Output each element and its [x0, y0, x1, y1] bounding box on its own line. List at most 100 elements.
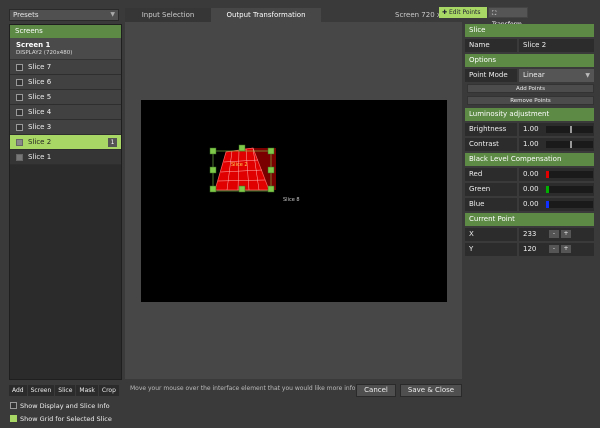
transform-button[interactable]: ⛶ Transform	[488, 7, 528, 28]
visibility-checkbox[interactable]	[16, 64, 23, 71]
add-toolbar: Add Screen Slice Mask Crop	[9, 385, 122, 396]
brightness-slider[interactable]	[546, 126, 593, 133]
chevron-down-icon: ▼	[110, 11, 115, 18]
slider-knob[interactable]	[570, 141, 572, 148]
green-value[interactable]: 0.00	[523, 183, 545, 196]
red-marker[interactable]	[546, 171, 549, 178]
slice-list: Slice 7 Slice 6 Slice 5 Slice 4 Slice 3 …	[10, 60, 121, 165]
point-mode-value: Linear	[523, 71, 545, 79]
name-field[interactable]: Slice 2	[519, 39, 594, 52]
cancel-button[interactable]: Cancel	[356, 384, 396, 397]
y-control: 120- +	[519, 243, 594, 256]
x-increment-button[interactable]: +	[561, 230, 571, 238]
slice-header: Slice	[465, 24, 594, 37]
name-row: Name Slice 2	[465, 39, 594, 52]
brightness-value[interactable]: 1.00	[523, 123, 545, 136]
visibility-checkbox[interactable]	[16, 109, 23, 116]
point-mode-select[interactable]: Linear ▼	[519, 69, 594, 82]
add-screen-button[interactable]: Screen	[27, 385, 55, 396]
brightness-control: 1.00	[519, 123, 594, 136]
remove-points-button[interactable]: Remove Points	[467, 96, 594, 105]
red-value[interactable]: 0.00	[523, 168, 545, 181]
name-label: Name	[465, 39, 517, 52]
add-points-button[interactable]: Add Points	[467, 84, 594, 93]
show-grid-checkbox[interactable]: Show Grid for Selected Slice	[10, 415, 112, 423]
handle-tr[interactable]	[267, 147, 275, 155]
x-value[interactable]: 233	[523, 228, 545, 241]
tab-output-transformation[interactable]: Output Transformation	[211, 8, 321, 22]
add-mask-button[interactable]: Mask	[76, 385, 98, 396]
edit-points-button[interactable]: ✚ Edit Points	[439, 7, 487, 18]
blue-marker[interactable]	[546, 201, 549, 208]
slice-item-4[interactable]: Slice 4	[10, 105, 121, 120]
edit-points-label: Edit Points	[448, 9, 481, 16]
slice-item-5[interactable]: Slice 5	[10, 90, 121, 105]
slice-item-6[interactable]: Slice 6	[10, 75, 121, 90]
tab-input-selection[interactable]: Input Selection	[125, 8, 211, 22]
add-slice-button[interactable]: Slice	[55, 385, 76, 396]
x-control: 233- +	[519, 228, 594, 241]
slice-item-1[interactable]: Slice 1	[10, 150, 121, 165]
slice-label: Slice 2	[28, 138, 52, 146]
show-display-info-checkbox[interactable]: Show Display and Slice Info	[10, 402, 110, 410]
handle-tm[interactable]	[238, 144, 246, 152]
checkbox-box[interactable]	[10, 415, 17, 422]
output-canvas[interactable]: Slice 2 Slice 8	[141, 100, 447, 302]
handle-bl[interactable]	[209, 185, 217, 193]
x-label: X	[465, 228, 517, 241]
add-label: Add	[9, 385, 27, 396]
blue-slider[interactable]	[546, 201, 593, 208]
help-text: Move your mouse over the interface eleme…	[130, 385, 377, 392]
contrast-label: Contrast	[465, 138, 517, 151]
add-crop-button[interactable]: Crop	[98, 385, 119, 396]
visibility-checkbox[interactable]	[16, 79, 23, 86]
brightness-label: Brightness	[465, 123, 517, 136]
green-slider[interactable]	[546, 186, 593, 193]
blue-value[interactable]: 0.00	[523, 198, 545, 211]
transform-icon: ⛶	[492, 10, 497, 17]
handle-br[interactable]	[267, 185, 275, 193]
handle-ml[interactable]	[209, 166, 217, 174]
x-row: X 233- +	[465, 228, 594, 241]
checkbox-box[interactable]	[10, 402, 17, 409]
slice-item-3[interactable]: Slice 3	[10, 120, 121, 135]
slice-label: Slice 5	[28, 93, 52, 101]
y-decrement-button[interactable]: -	[549, 245, 559, 253]
screen-item[interactable]: Screen 1 DISPLAY2 (720x480)	[10, 38, 121, 60]
contrast-value[interactable]: 1.00	[523, 138, 545, 151]
canvas-drawing: Slice 2 Slice 8	[209, 144, 300, 203]
plus-icon: ✚	[442, 9, 448, 16]
red-control: 0.00	[519, 168, 594, 181]
green-row: Green 0.00	[465, 183, 594, 196]
green-marker[interactable]	[546, 186, 549, 193]
properties-panel: Slice Name Slice 2 Options Point Mode Li…	[465, 24, 594, 264]
visibility-checkbox[interactable]	[16, 94, 23, 101]
visibility-checkbox[interactable]	[16, 154, 23, 161]
screens-panel: Screens Screen 1 DISPLAY2 (720x480) Slic…	[9, 24, 122, 380]
y-row: Y 120- +	[465, 243, 594, 256]
x-decrement-button[interactable]: -	[549, 230, 559, 238]
screen-detail: DISPLAY2 (720x480)	[16, 50, 73, 56]
luminosity-header: Luminosity adjustment	[465, 108, 594, 121]
handle-mr[interactable]	[267, 166, 275, 174]
slider-knob[interactable]	[570, 126, 572, 133]
visibility-checkbox[interactable]	[16, 139, 23, 146]
y-value[interactable]: 120	[523, 243, 545, 256]
selected-slice-label: Slice 2	[231, 162, 248, 168]
handle-tl[interactable]	[209, 147, 217, 155]
save-close-button[interactable]: Save & Close	[400, 384, 462, 397]
slice-item-7[interactable]: Slice 7	[10, 60, 121, 75]
presets-label: Presets	[13, 11, 39, 19]
y-increment-button[interactable]: +	[561, 245, 571, 253]
slice-badge: 1	[108, 138, 117, 147]
contrast-slider[interactable]	[546, 141, 593, 148]
other-slice-label: Slice 8	[283, 197, 300, 203]
slice-item-2[interactable]: Slice 2 1	[10, 135, 121, 150]
handle-bm[interactable]	[238, 185, 246, 193]
slice-label: Slice 3	[28, 123, 52, 131]
blue-label: Blue	[465, 198, 517, 211]
screen-name: Screen 1	[16, 41, 51, 49]
presets-dropdown[interactable]: Presets ▼	[9, 9, 119, 21]
visibility-checkbox[interactable]	[16, 124, 23, 131]
red-slider[interactable]	[546, 171, 593, 178]
